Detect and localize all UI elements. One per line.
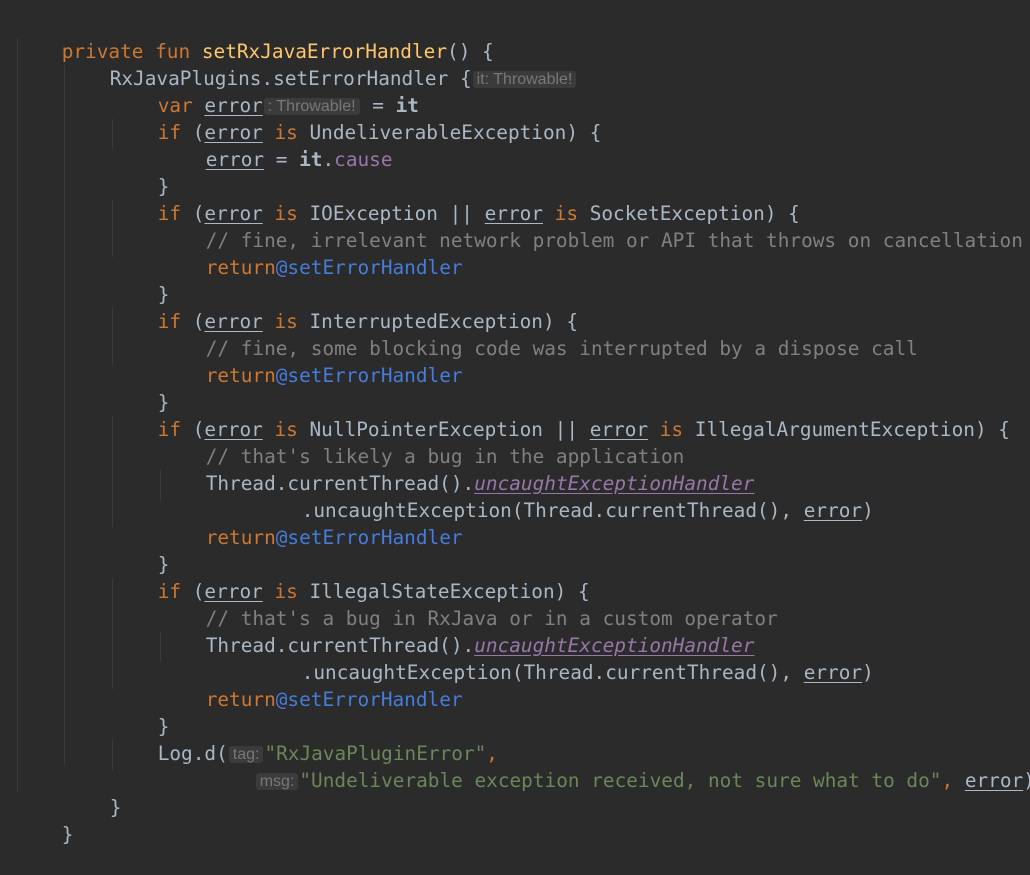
code-line[interactable]: } — [15, 794, 74, 846]
inlay-hint: msg: — [255, 773, 299, 790]
code-text: ) — [862, 661, 874, 684]
code-line[interactable]: if (error is NullPointerException || err… — [111, 389, 1010, 441]
code-line[interactable]: } — [111, 254, 170, 306]
code-text: . — [322, 148, 335, 171]
keyword: return — [205, 256, 276, 279]
code-line[interactable]: Thread.currentThread().uncaughtException… — [159, 605, 755, 657]
code-text: ) { — [974, 418, 1010, 441]
code-line[interactable]: return@setErrorHandler — [159, 227, 463, 279]
code-text: ) — [862, 499, 874, 522]
code-line[interactable]: Thread.currentThread().uncaughtException… — [159, 443, 755, 495]
inlay-hint: it: Throwable! — [472, 71, 577, 88]
code-line[interactable]: return@setErrorHandler — [159, 335, 463, 387]
label: @setErrorHandler — [275, 256, 463, 279]
keyword: return — [205, 364, 276, 387]
label: @setErrorHandler — [275, 364, 463, 387]
variable: error — [205, 148, 265, 171]
keyword: return — [205, 688, 276, 711]
code-line[interactable]: .uncaughtException(Thread.currentThread(… — [255, 470, 874, 522]
code-text: } — [61, 823, 74, 846]
type-name: IllegalArgumentException — [694, 418, 975, 441]
indent-guide — [64, 65, 65, 765]
code-line[interactable]: } — [63, 767, 122, 819]
code-line[interactable]: // that's likely a bug in the applicatio… — [159, 416, 685, 468]
label: @setErrorHandler — [275, 688, 463, 711]
code-line[interactable]: Log.d(tag: "RxJavaPluginError", — [111, 713, 498, 765]
code-line[interactable]: } — [111, 146, 170, 198]
string-literal: "Undeliverable exception received, not s… — [299, 769, 942, 792]
indent-guide — [17, 38, 18, 793]
code-text: ) — [1023, 769, 1030, 792]
code-text: , — [941, 769, 965, 792]
code-line[interactable]: } — [111, 362, 170, 414]
code-line[interactable]: if (error is IOException || error is Soc… — [111, 173, 800, 225]
code-line[interactable]: return@setErrorHandler — [159, 497, 463, 549]
code-line[interactable]: return@setErrorHandler — [159, 659, 463, 711]
code-line[interactable]: var error: Throwable! = it — [111, 65, 419, 117]
code-text: ) { — [566, 121, 602, 144]
keyword: it — [299, 148, 323, 171]
variable: error — [964, 769, 1024, 792]
code-line[interactable]: RxJavaPlugins.setErrorHandler {it: Throw… — [63, 38, 577, 90]
code-line[interactable]: msg: "Undeliverable exception received, n… — [208, 740, 1030, 792]
code-line[interactable]: .uncaughtException(Thread.currentThread(… — [255, 632, 874, 684]
code-line[interactable]: } — [111, 686, 170, 738]
property: cause — [334, 148, 393, 171]
label: @setErrorHandler — [275, 526, 463, 549]
code-text: { — [448, 67, 472, 90]
code-line[interactable]: } — [111, 524, 170, 576]
code-line[interactable]: if (error is IllegalStateException) { — [111, 551, 590, 603]
variable: error — [803, 499, 863, 522]
code-line[interactable]: error = it.cause — [159, 119, 393, 171]
code-text: } — [109, 796, 122, 819]
code-line[interactable]: if (error is InterruptedException) { — [111, 281, 578, 333]
code-line[interactable]: // that's a bug in RxJava or in a custom… — [159, 578, 778, 630]
code-line[interactable]: if (error is UndeliverableException) { — [111, 92, 602, 144]
code-line[interactable]: private fun setRxJavaErrorHandler() { — [15, 11, 494, 63]
code-line[interactable]: // fine, irrelevant network problem or A… — [159, 200, 1023, 252]
code-editor[interactable]: private fun setRxJavaErrorHandler() { Rx… — [0, 0, 1030, 846]
keyword: return — [205, 526, 276, 549]
variable: error — [803, 661, 863, 684]
code-line[interactable]: // fine, some blocking code was interrup… — [159, 308, 918, 360]
code-text: = — [264, 148, 300, 171]
